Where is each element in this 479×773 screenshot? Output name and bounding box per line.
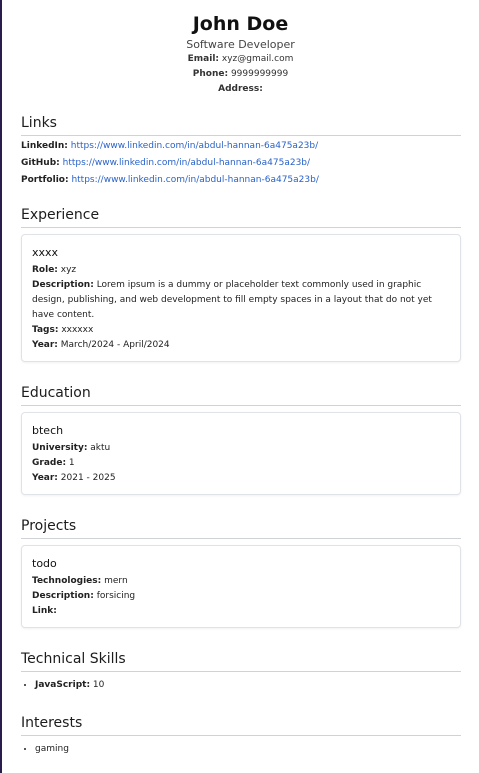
- year-value: March/2024 - April/2024: [60, 340, 170, 350]
- project-link: Link:: [32, 604, 450, 619]
- project-title: todo: [32, 557, 57, 570]
- projects-section: Projects todo Technologies: mern Descrip…: [21, 517, 461, 628]
- address-line: Address:: [2, 82, 479, 97]
- skills-list: JavaScript: 10: [21, 678, 461, 692]
- portfolio-link[interactable]: https://www.linkedin.com/in/abdul-hannan…: [71, 175, 318, 185]
- grade-label: Grade:: [32, 458, 67, 468]
- link-label: GitHub:: [21, 158, 60, 168]
- university-label: University:: [32, 443, 88, 453]
- experience-role: Role: xyz: [32, 263, 450, 278]
- phone-label: Phone:: [192, 69, 229, 79]
- education-title: btech: [32, 424, 64, 437]
- link-label: LinkedIn:: [21, 141, 68, 151]
- link-item-portfolio: Portfolio: https://www.linkedin.com/in/a…: [21, 172, 461, 189]
- skills-heading: Technical Skills: [21, 650, 461, 672]
- experience-card: xxxx Role: xyz Description: Lorem ipsum …: [21, 234, 461, 362]
- link-item-linkedin: LinkedIn: https://www.linkedin.com/in/ab…: [21, 138, 461, 155]
- skill-value: 10: [92, 680, 105, 690]
- grade-value: 1: [68, 458, 75, 468]
- technologies-value: mern: [104, 576, 128, 586]
- resume-header: John Doe Software Developer Email: xyz@g…: [2, 0, 479, 97]
- github-link[interactable]: https://www.linkedin.com/in/abdul-hannan…: [63, 158, 310, 168]
- phone-line: Phone: 9999999999: [2, 67, 479, 82]
- education-grade: Grade: 1: [32, 456, 450, 471]
- year-label: Year:: [32, 340, 58, 350]
- education-section: Education btech University: aktu Grade: …: [21, 384, 461, 495]
- experience-heading: Experience: [21, 206, 461, 228]
- projects-heading: Projects: [21, 517, 461, 539]
- experience-tags: Tags: xxxxxx: [32, 323, 450, 338]
- tags-label: Tags:: [32, 325, 59, 335]
- skill-name: JavaScript:: [35, 680, 91, 690]
- experience-title: xxxx: [32, 246, 59, 259]
- description-label: Description:: [32, 280, 94, 290]
- experience-year: Year: March/2024 - April/2024: [32, 338, 450, 353]
- technologies-label: Technologies:: [32, 576, 102, 586]
- experience-description: Description: Lorem ipsum is a dummy or p…: [32, 278, 450, 323]
- link-item-github: GitHub: https://www.linkedin.com/in/abdu…: [21, 155, 461, 172]
- education-university: University: aktu: [32, 441, 450, 456]
- education-heading: Education: [21, 384, 461, 406]
- education-year: Year: 2021 - 2025: [32, 471, 450, 486]
- role-value: xyz: [60, 265, 77, 275]
- link-label: Link:: [32, 606, 57, 616]
- phone-value: 9999999999: [230, 69, 289, 79]
- skill-item: JavaScript: 10: [35, 678, 461, 692]
- linkedin-link[interactable]: https://www.linkedin.com/in/abdul-hannan…: [71, 141, 318, 151]
- year-label: Year:: [32, 473, 58, 483]
- skills-section: Technical Skills JavaScript: 10: [21, 650, 461, 692]
- year-value: 2021 - 2025: [60, 473, 116, 483]
- links-section: Links LinkedIn: https://www.linkedin.com…: [21, 114, 461, 189]
- project-technologies: Technologies: mern: [32, 574, 450, 589]
- tags-value: xxxxxx: [61, 325, 94, 335]
- description-label: Description:: [32, 591, 94, 601]
- role-label: Role:: [32, 265, 58, 275]
- interests-heading: Interests: [21, 714, 461, 736]
- interests-list: gaming: [21, 742, 461, 756]
- description-value: forsicing: [96, 591, 136, 601]
- resume-page: John Doe Software Developer Email: xyz@g…: [2, 0, 479, 773]
- experience-section: Experience xxxx Role: xyz Description: L…: [21, 206, 461, 362]
- education-card: btech University: aktu Grade: 1 Year: 20…: [21, 412, 461, 495]
- links-heading: Links: [21, 114, 461, 136]
- interests-section: Interests gaming: [21, 714, 461, 756]
- project-description: Description: forsicing: [32, 589, 450, 604]
- university-value: aktu: [90, 443, 111, 453]
- person-name: John Doe: [192, 13, 289, 35]
- email-line: Email: xyz@gmail.com: [2, 52, 479, 67]
- email-value: xyz@gmail.com: [221, 54, 294, 64]
- address-label: Address:: [218, 84, 263, 94]
- job-title: Software Developer: [186, 38, 295, 51]
- interest-item: gaming: [35, 742, 461, 756]
- email-label: Email:: [187, 54, 220, 64]
- link-label: Portfolio:: [21, 175, 69, 185]
- project-card: todo Technologies: mern Description: for…: [21, 545, 461, 628]
